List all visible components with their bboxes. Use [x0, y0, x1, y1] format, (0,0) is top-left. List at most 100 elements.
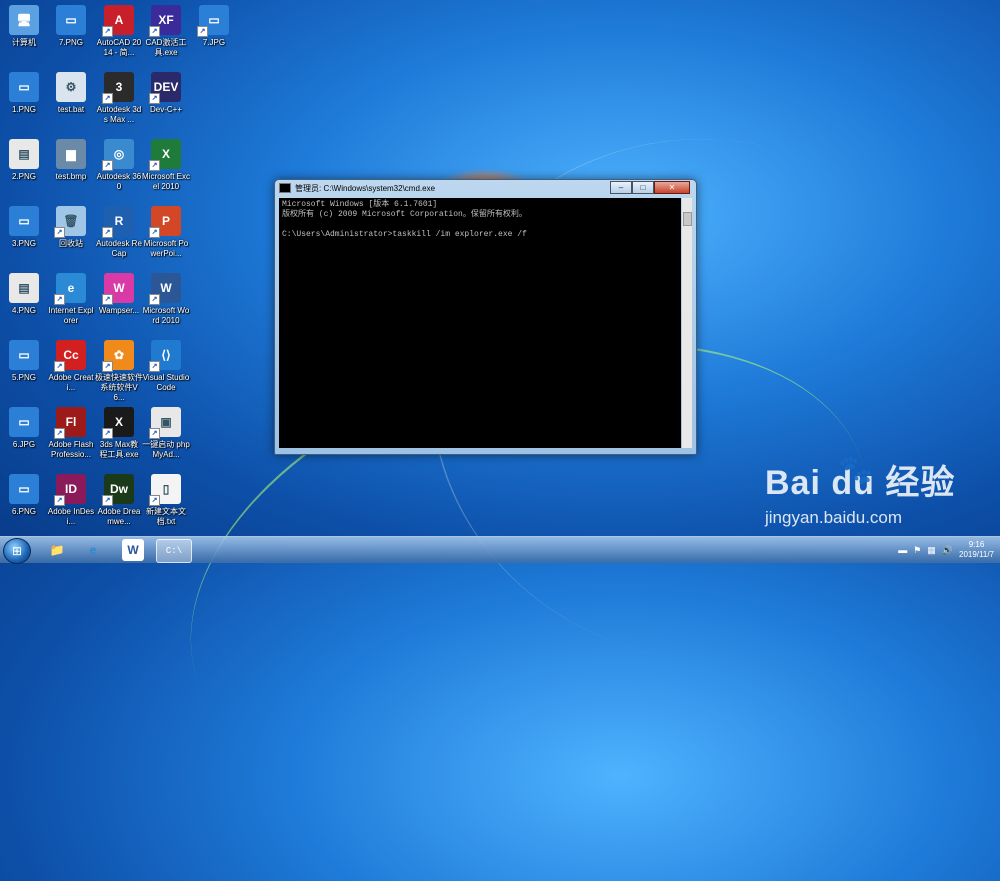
desktop-icon-indesign[interactable]: IDAdobe InDesi... [47, 474, 95, 527]
desktop-icon-testbmp[interactable]: ▆ test.bmp [47, 139, 95, 182]
desktop-icon-7jpg[interactable]: ▭7.JPG [190, 5, 238, 48]
desktop-icon-label: Adobe Flash Professio... [48, 440, 94, 459]
desktop-icon-label: Adobe Dreamwe... [97, 507, 141, 526]
maximize-button[interactable]: □ [632, 181, 654, 194]
taskbar-cmd[interactable]: C:\ [156, 539, 192, 563]
image-file-icon: ▭ [197, 5, 229, 37]
image-file-icon: ▭ [9, 474, 39, 504]
volume-icon[interactable]: 🔊 [942, 545, 953, 556]
desktop-icon-devcpp[interactable]: DEVDev-C++ [142, 72, 190, 115]
desktop-icon-label: Autodesk 360 [96, 172, 142, 191]
powerpoint-icon: P [149, 206, 181, 238]
desktop-icon-3dsmax[interactable]: 3Autodesk 3ds Max ... [95, 72, 143, 125]
cad-activation-icon: XF [149, 5, 181, 37]
desktop-icon-label: test.bmp [55, 172, 87, 181]
desktop-icon-recap[interactable]: RAutodesk ReCap [95, 206, 143, 259]
desktop-icon-testbat[interactable]: ⚙ test.bat [47, 72, 95, 115]
computer-icon: 🖥 [9, 5, 39, 35]
image-file-icon: ▭ [9, 407, 39, 437]
desktop-icon-1png[interactable]: ▭ 1.PNG [0, 72, 48, 115]
image-file-icon: ▭ [9, 340, 39, 370]
wampserver-icon: W [102, 273, 134, 305]
desktop-icon-label: Microsoft Excel 2010 [142, 172, 191, 191]
desktop-icon-autocad[interactable]: AAutoCAD 2014 - 简... [95, 5, 143, 58]
3ds-max-icon: 3 [102, 72, 134, 104]
desktop-icon-4png[interactable]: ▤ 4.PNG [0, 273, 48, 316]
image-file-icon: ▭ [9, 72, 39, 102]
desktop-icon-creative[interactable]: CcAdobe Creati... [47, 340, 95, 393]
desktop-icon-ie[interactable]: eInternet Explorer [47, 273, 95, 326]
desktop-icon-5png[interactable]: ▭ 5.PNG [0, 340, 48, 383]
word-icon: W [149, 273, 181, 305]
desktop-icon-label: 回收站 [59, 239, 83, 248]
system-tray: ▬ ⚑ ▦ 🔊 9:16 2019/11/7 [898, 540, 994, 560]
image-file-icon: ▭ [56, 5, 86, 35]
desktop-icon-6png[interactable]: ▭ 6.PNG [0, 474, 48, 517]
baidu-site: jingyan.baidu.com [765, 508, 903, 527]
desktop-icon-recycle[interactable]: 🗑回收站 [47, 206, 95, 249]
taskbar-ie[interactable]: e [76, 539, 110, 561]
devcpp-icon: DEV [149, 72, 181, 104]
keyboard-icon[interactable]: ▬ [898, 545, 907, 555]
flag-icon[interactable]: ⚑ [913, 545, 921, 556]
desktop-icon-3png[interactable]: ▭ 3.PNG [0, 206, 48, 249]
desktop-icon-label: 一键启动 phpMyAd... [142, 440, 190, 459]
desktop-icon-vscode[interactable]: ⟨⟩Visual Studio Code [142, 340, 190, 393]
desktop-icon-flash[interactable]: FlAdobe Flash Professio... [47, 407, 95, 460]
cmd-console[interactable]: Microsoft Windows [版本 6.1.7601] 版权所有 (c)… [279, 198, 681, 448]
desktop-icon-word[interactable]: WMicrosoft Word 2010 [142, 273, 190, 326]
cmd-output: Microsoft Windows [版本 6.1.7601] 版权所有 (c)… [282, 200, 527, 239]
start-button[interactable]: ⊞ [3, 538, 31, 564]
phpmyadmin-icon: ▣ [149, 407, 181, 439]
paw-icon: 🐾 [838, 454, 873, 485]
desktop-icon-computer[interactable]: 🖥 计算机 [0, 5, 48, 48]
taskbar-word[interactable]: W [122, 539, 144, 561]
internet-explorer-icon: e [54, 273, 86, 305]
internet-explorer-icon: e [89, 543, 97, 557]
desktop-icon-powerpoint[interactable]: PMicrosoft PowerPoi... [142, 206, 190, 259]
taskbar-explorer[interactable]: 📁 [40, 539, 74, 561]
desktop-icon-3dsmaxtool[interactable]: X3ds Max教 程工具.exe [95, 407, 143, 460]
desktop-icon-label: 3ds Max教 程工具.exe [99, 440, 139, 459]
desktop-icon-phpmyadmin[interactable]: ▣一键启动 phpMyAd... [142, 407, 190, 460]
vscode-icon: ⟨⟩ [149, 340, 181, 372]
desktop-icon-2png[interactable]: ▤ 2.PNG [0, 139, 48, 182]
desktop-icon-autodesk360[interactable]: ◎Autodesk 360 [95, 139, 143, 192]
desktop-icon-wamp[interactable]: WWampser... [95, 273, 143, 316]
desktop-icon-label: 6.PNG [11, 507, 36, 516]
image-file-icon: ▭ [9, 206, 39, 236]
desktop-icon-label: AutoCAD 2014 - 简... [96, 38, 142, 57]
cmd-scrollbar[interactable] [682, 198, 692, 448]
desktop-icon-label: 3.PNG [11, 239, 36, 248]
desktop-icon-excel[interactable]: XMicrosoft Excel 2010 [142, 139, 190, 192]
desktop-icon-label: 4.PNG [11, 306, 36, 315]
minimize-button[interactable]: – [610, 181, 632, 194]
desktop-icon-label: Dev-C++ [149, 105, 182, 114]
image-file-icon: ▤ [9, 139, 39, 169]
word-icon: W [127, 543, 139, 557]
bitmap-file-icon: ▆ [56, 139, 86, 169]
clock[interactable]: 9:16 2019/11/7 [959, 540, 994, 560]
desktop-icon-dreamweaver[interactable]: DwAdobe Dreamwe... [95, 474, 143, 527]
desktop-icon-6jpg[interactable]: ▭ 6.JPG [0, 407, 48, 450]
creative-cloud-icon: Cc [54, 340, 86, 372]
network-icon[interactable]: ▦ [927, 545, 936, 556]
scrollbar-thumb[interactable] [683, 212, 692, 226]
baidu-watermark: Bai du 经验 🐾 jingyan.baidu.com [765, 454, 965, 545]
taskbar: ⊞ 📁 e W C:\ ▬ ⚑ ▦ 🔊 9:16 2019/11/7 [0, 536, 1000, 564]
excel-icon: X [149, 139, 181, 171]
desktop-icon-newtxt[interactable]: ▯新建文本文 档.txt [142, 474, 190, 527]
desktop-icon-label: 2.PNG [11, 172, 36, 181]
3ds-max-tool-icon: X [102, 407, 134, 439]
desktop-icon-7png[interactable]: ▭ 7.PNG [47, 5, 95, 48]
close-button[interactable]: ✕ [654, 181, 690, 194]
orange-tool-icon: ✿ [102, 340, 134, 372]
desktop-icon-tool[interactable]: ✿极速快速软件 系统软件V6... [95, 340, 143, 403]
clock-date: 2019/11/7 [959, 550, 994, 559]
cmd-window[interactable]: 管理员: C:\Windows\system32\cmd.exe – □ ✕ M… [274, 179, 697, 455]
recap-icon: R [102, 206, 134, 238]
desktop-icon-cad-crack[interactable]: XFCAD激活工具.exe [142, 5, 190, 58]
autodesk-360-icon: ◎ [102, 139, 134, 171]
cmd-icon [279, 183, 291, 193]
image-file-icon: ▤ [9, 273, 39, 303]
